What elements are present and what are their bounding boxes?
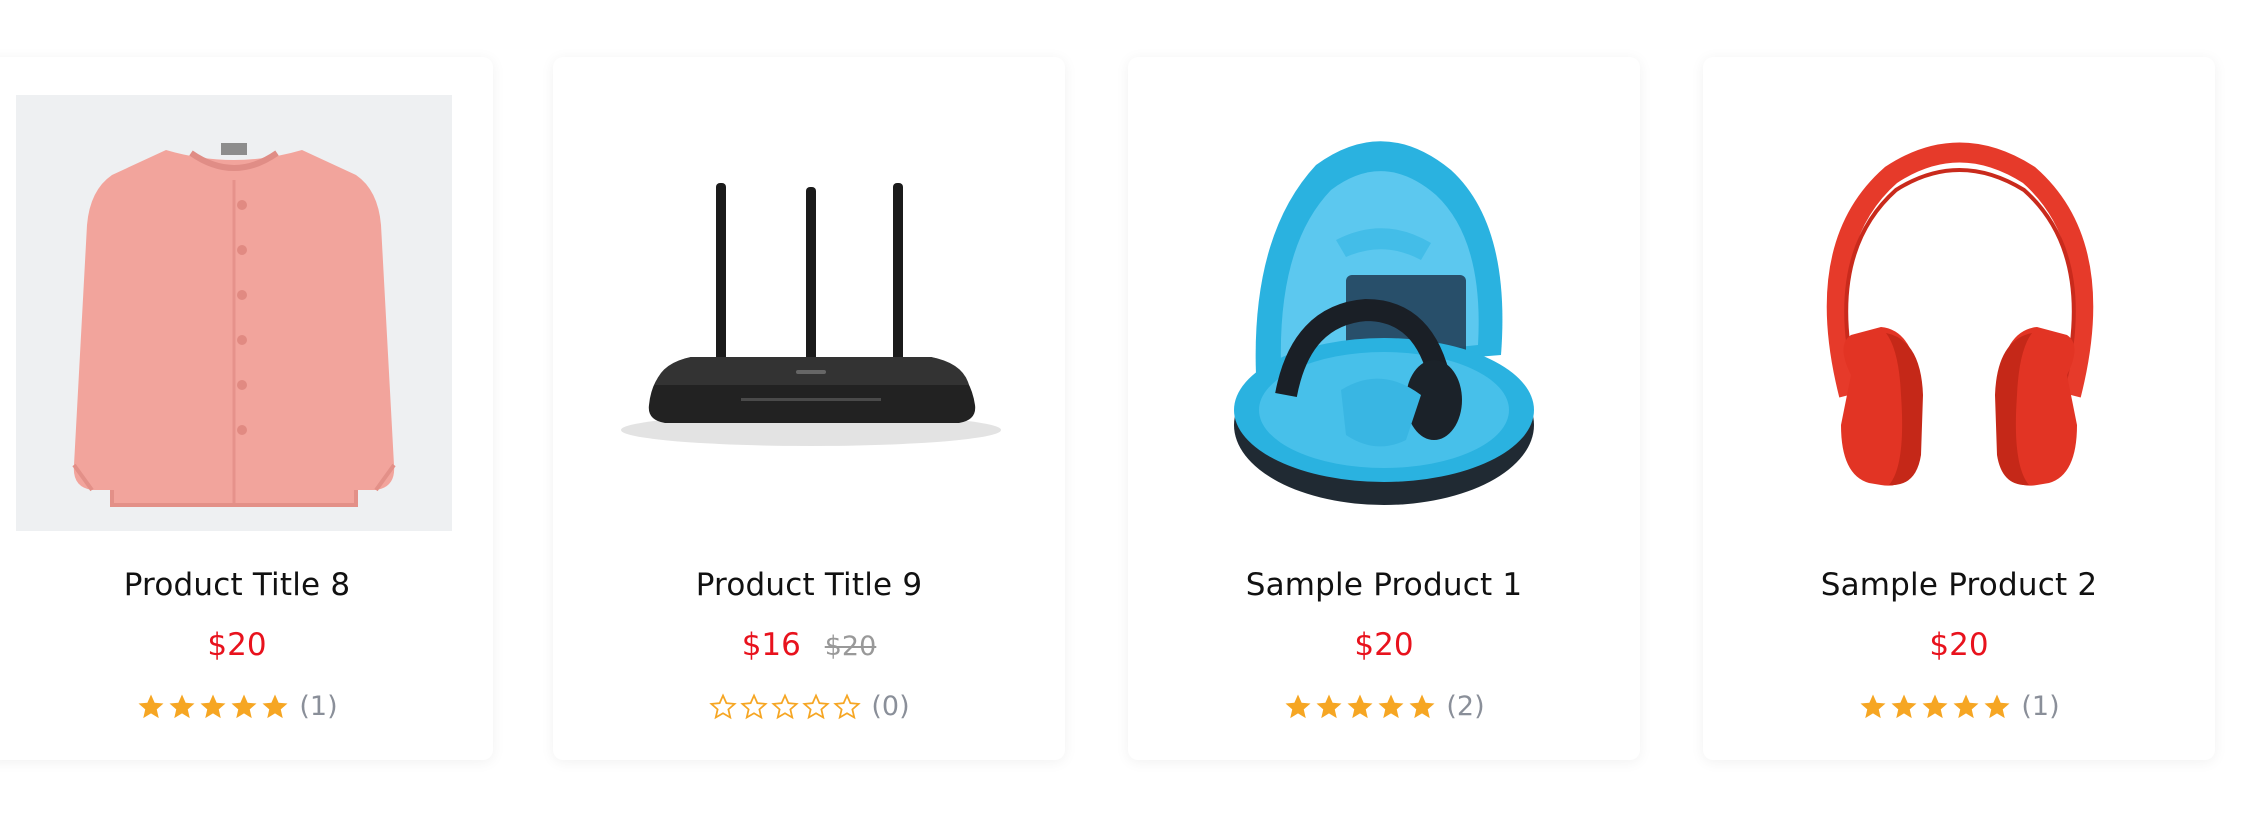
product-price: $20 xyxy=(1929,627,1989,663)
product-price: $20 xyxy=(1354,627,1414,663)
star-filled-icon xyxy=(1858,692,1888,722)
star-filled-icon xyxy=(1345,692,1375,722)
star-empty-icon xyxy=(770,692,800,722)
review-count: (1) xyxy=(2021,691,2060,722)
product-image[interactable] xyxy=(1166,95,1602,531)
product-card[interactable]: Product Title 8 $20 (1) xyxy=(0,57,493,760)
product-carousel: Product Title 8 $20 (1) Product Title 9 … xyxy=(0,0,2267,820)
review-count: (1) xyxy=(299,691,338,722)
price-row: $20 xyxy=(0,627,493,663)
product-price: $20 xyxy=(207,627,267,663)
headphone-case-image xyxy=(1234,141,1534,505)
product-image[interactable] xyxy=(16,95,452,531)
star-filled-icon xyxy=(1407,692,1437,722)
star-filled-icon xyxy=(1314,692,1344,722)
star-filled-icon xyxy=(260,692,290,722)
product-title[interactable]: Sample Product 1 xyxy=(1128,567,1640,603)
review-count: (0) xyxy=(871,691,910,722)
router-image xyxy=(621,183,1001,446)
star-empty-icon xyxy=(739,692,769,722)
star-filled-icon xyxy=(1982,692,2012,722)
price-row: $20 xyxy=(1128,627,1640,663)
product-image[interactable] xyxy=(591,95,1027,531)
rating-row: (1) xyxy=(1703,691,2215,722)
star-empty-icon xyxy=(832,692,862,722)
star-filled-icon xyxy=(198,692,228,722)
product-title[interactable]: Product Title 9 xyxy=(553,567,1065,603)
rating-row: (0) xyxy=(553,691,1065,722)
product-card[interactable]: Sample Product 1 $20 (2) xyxy=(1128,57,1640,760)
star-filled-icon xyxy=(1951,692,1981,722)
rating-row: (1) xyxy=(0,691,493,722)
star-filled-icon xyxy=(1283,692,1313,722)
star-filled-icon xyxy=(167,692,197,722)
review-count: (2) xyxy=(1446,691,1485,722)
star-filled-icon xyxy=(1920,692,1950,722)
star-filled-icon xyxy=(1376,692,1406,722)
star-empty-icon xyxy=(708,692,738,722)
product-old-price: $20 xyxy=(824,631,877,662)
product-card[interactable]: Sample Product 2 $20 (1) xyxy=(1703,57,2215,760)
product-card[interactable]: Product Title 9 $16 $20 (0) xyxy=(553,57,1065,760)
red-headphones-image xyxy=(1826,142,2094,486)
product-price: $16 xyxy=(741,627,801,663)
pink-cardigan-image xyxy=(72,143,396,507)
star-filled-icon xyxy=(1889,692,1919,722)
rating-row: (2) xyxy=(1128,691,1640,722)
product-title[interactable]: Product Title 8 xyxy=(0,567,493,603)
star-filled-icon xyxy=(229,692,259,722)
product-image[interactable] xyxy=(1741,95,2177,531)
price-row: $16 $20 xyxy=(553,627,1065,663)
star-empty-icon xyxy=(801,692,831,722)
price-row: $20 xyxy=(1703,627,2215,663)
product-title[interactable]: Sample Product 2 xyxy=(1703,567,2215,603)
star-filled-icon xyxy=(136,692,166,722)
